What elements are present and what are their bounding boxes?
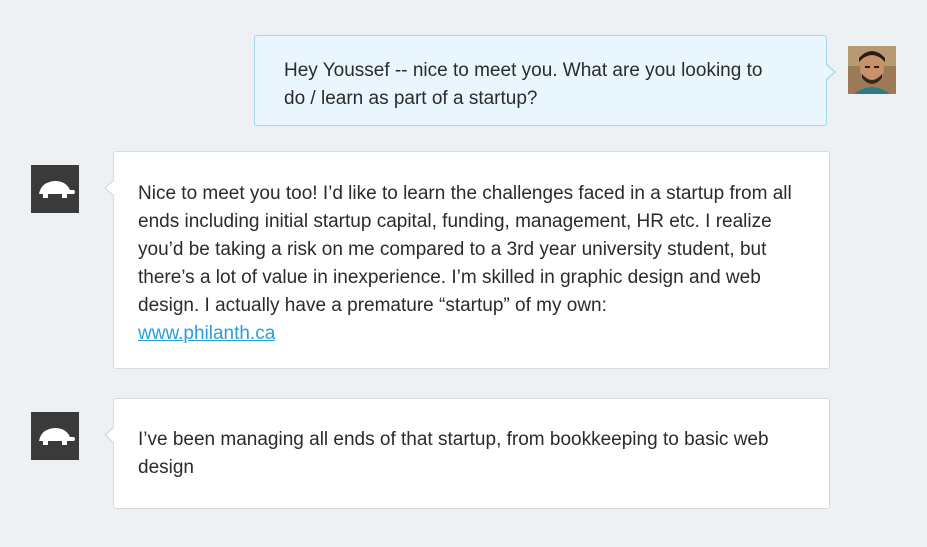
bubble-tail-fill: [106, 180, 115, 196]
message-bubble-outgoing: Hey Youssef -- nice to meet you. What ar…: [254, 35, 836, 126]
website-link[interactable]: www.philanth.ca: [138, 323, 275, 344]
turtle-icon: [31, 165, 79, 213]
user-photo-avatar[interactable]: [848, 46, 896, 94]
message-text: Nice to meet you too! I’d like to learn …: [138, 180, 809, 348]
bubble-tail-fill: [106, 427, 115, 443]
turtle-avatar[interactable]: [31, 412, 79, 460]
user-photo-icon: [848, 46, 896, 94]
message-body: Nice to meet you too! I’d like to learn …: [138, 183, 792, 316]
turtle-avatar[interactable]: [31, 165, 79, 213]
message-bubble-incoming: I’ve been managing all ends of that star…: [104, 398, 830, 509]
message-bubble-incoming: Nice to meet you too! I’d like to learn …: [104, 151, 830, 369]
message-text: Hey Youssef -- nice to meet you. What ar…: [284, 60, 763, 109]
turtle-icon: [31, 412, 79, 460]
message-text: I’ve been managing all ends of that star…: [138, 429, 769, 478]
bubble-tail-fill: [825, 64, 834, 80]
